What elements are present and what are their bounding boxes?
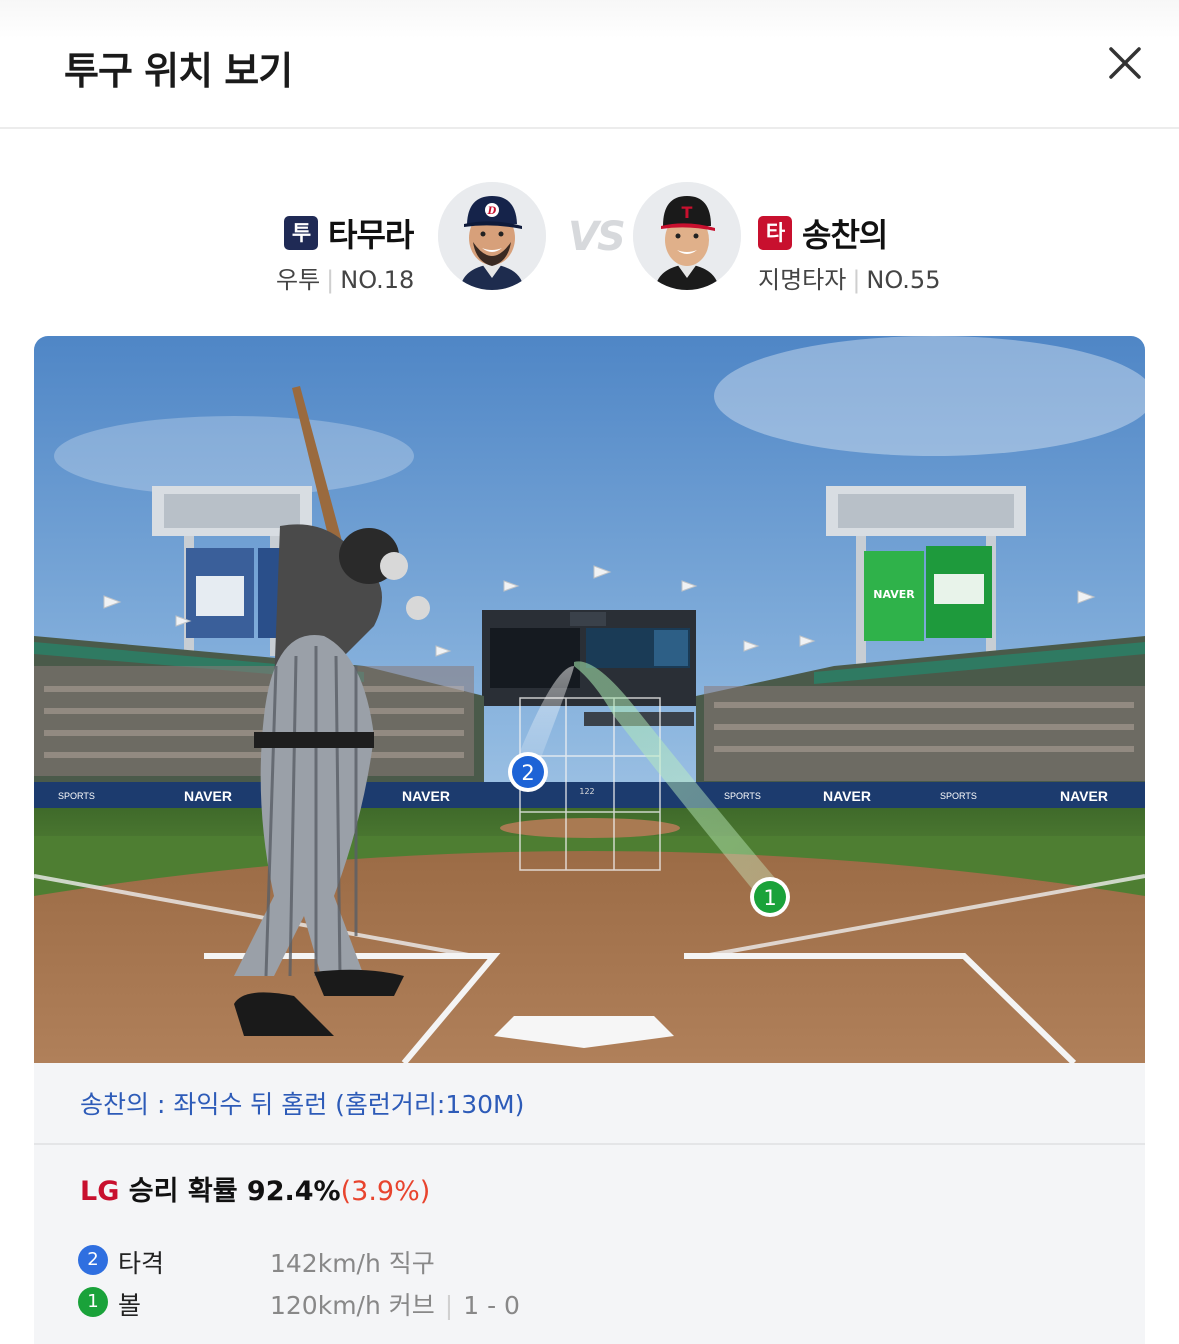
pitcher-info: 우투 | NO.18 — [276, 260, 414, 295]
svg-text:T: T — [682, 203, 693, 222]
pitch-speed: 142km/h — [270, 1249, 381, 1278]
pitch-location-field: NAVER NAVER NAVER NAVER NAVER SPORTS SPO… — [34, 336, 1145, 1063]
pitch-count: 1 - 0 — [463, 1291, 520, 1320]
win-probability: LG 승리 확률 92.4%(3.9%) — [80, 1169, 430, 1208]
pitcher-throws: 우투 — [276, 266, 321, 294]
pitcher-name[interactable]: 타무라 — [328, 210, 414, 256]
batter-info: 지명타자 | NO.55 — [758, 260, 940, 295]
close-icon[interactable] — [1100, 38, 1150, 88]
pitch-number-badge: 1 — [78, 1287, 108, 1317]
matchup-section: 투 타무라 우투 | NO.18 D VS T 타 송찬의 지명타자 | NO.… — [0, 180, 1179, 300]
pitch-details-panel: LG 승리 확률 92.4%(3.9%) 2 타격 142km/h 직구 1 볼… — [34, 1145, 1145, 1344]
pitcher-name-row: 투 타무라 — [284, 210, 414, 256]
svg-text:1: 1 — [763, 886, 776, 910]
pitcher-number: NO.18 — [340, 266, 415, 294]
batter-avatar[interactable]: T — [633, 182, 741, 290]
pitch-speed: 120km/h — [270, 1291, 381, 1320]
play-result-bar: 송찬의 : 좌익수 뒤 홈런 (홈런거리:130M) — [34, 1063, 1145, 1145]
win-prob-team: LG — [80, 1176, 120, 1207]
pitch-row: 2 타격 142km/h 직구 — [78, 1244, 778, 1278]
divider: | — [852, 266, 861, 294]
batter-name[interactable]: 송찬의 — [802, 210, 888, 256]
close-button[interactable] — [1100, 38, 1150, 88]
pitch-result-label: 볼 — [118, 1291, 142, 1320]
pitch-marker-1[interactable]: 1 — [750, 877, 790, 917]
pitch-info: 120km/h 커브 | 1 - 0 — [270, 1286, 520, 1322]
wall-ad-sports: SPORTS — [724, 791, 761, 801]
pitch-type: 커브 — [388, 1291, 435, 1320]
zone-speed-label: 122 — [579, 787, 594, 796]
pitch-row: 1 볼 120km/h 커브 | 1 - 0 — [78, 1286, 778, 1320]
wall-ad: NAVER — [184, 788, 232, 804]
pitcher-avatar[interactable]: D — [438, 182, 546, 290]
page-title: 투구 위치 보기 — [64, 49, 293, 93]
modal-header: 투구 위치 보기 — [0, 0, 1179, 129]
wall-ad: NAVER — [402, 788, 450, 804]
svg-text:2: 2 — [521, 761, 534, 785]
pitch-type: 직구 — [388, 1249, 435, 1278]
pitch-info: 142km/h 직구 — [270, 1244, 435, 1280]
pitch-marker-2[interactable]: 2 — [508, 752, 548, 792]
wall-ad-sports: SPORTS — [940, 791, 977, 801]
divider: | — [326, 266, 335, 294]
wall-ad: NAVER — [1060, 788, 1108, 804]
tower-ad-label: NAVER — [873, 588, 915, 601]
stadium-view: NAVER NAVER NAVER NAVER NAVER SPORTS SPO… — [34, 336, 1145, 1063]
batter-name-row: 타 송찬의 — [758, 210, 888, 256]
pitcher-badge: 투 — [284, 216, 318, 250]
win-prob-text: 승리 확률 92.4% — [119, 1176, 341, 1207]
pitch-number-badge: 2 — [78, 1245, 108, 1275]
vs-label: VS — [568, 214, 626, 260]
wall-ad: NAVER — [823, 788, 871, 804]
win-prob-delta: (3.9%) — [340, 1176, 431, 1207]
play-result-text: 송찬의 : 좌익수 뒤 홈런 (홈런거리:130M) — [80, 1090, 525, 1119]
pitch-result-label: 타격 — [118, 1249, 165, 1278]
batter-position: 지명타자 — [758, 266, 847, 294]
wall-ad-sports: SPORTS — [58, 791, 95, 801]
batter-number: NO.55 — [866, 266, 941, 294]
divider: | — [444, 1291, 454, 1320]
batter-badge: 타 — [758, 216, 792, 250]
svg-text:D: D — [487, 206, 497, 217]
